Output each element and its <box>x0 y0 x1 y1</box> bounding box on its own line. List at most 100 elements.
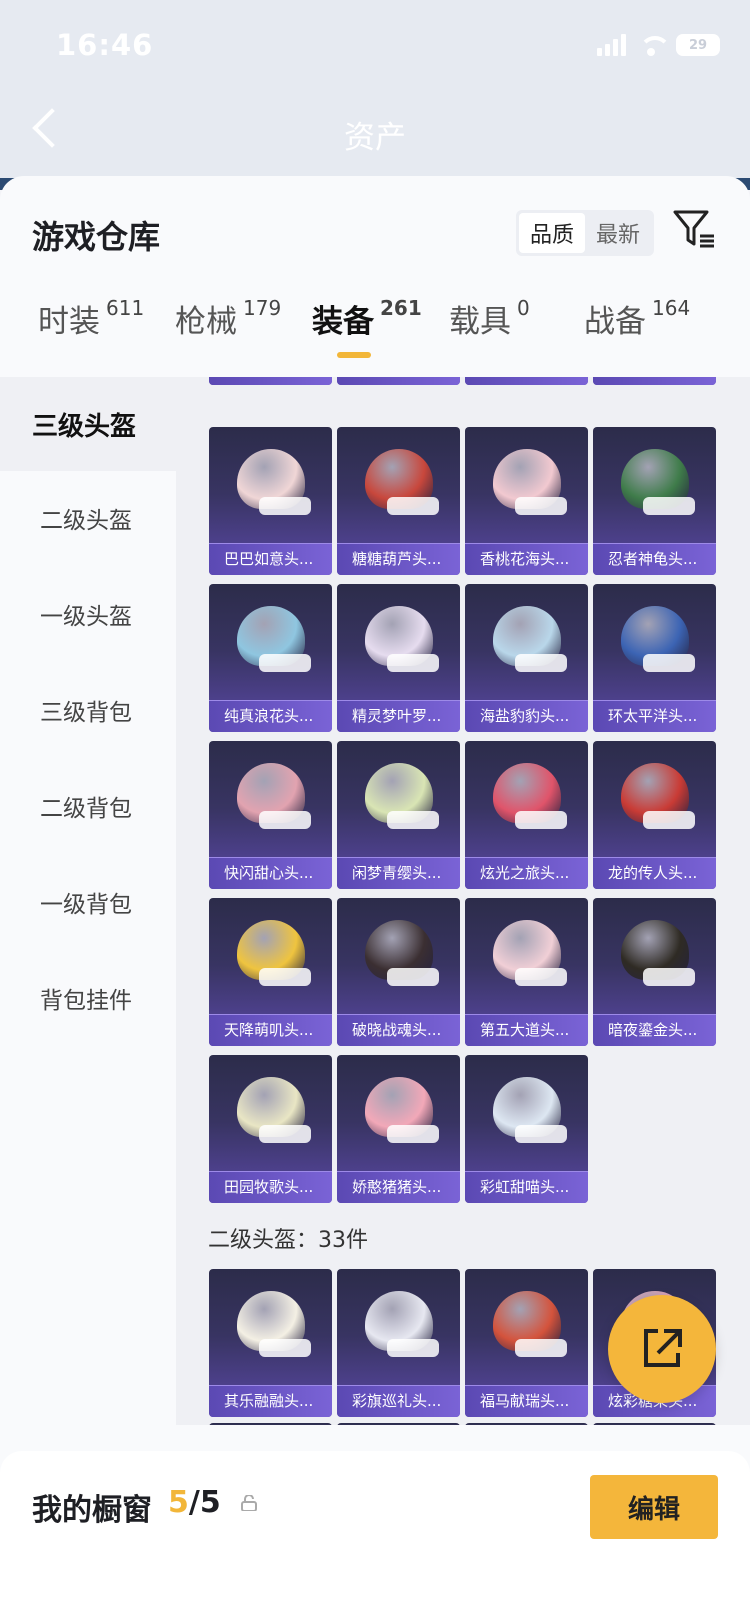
sidebar-item-lv3-backpack[interactable]: 三级背包 <box>0 663 176 757</box>
item-card[interactable]: 甜蜜菠萝头... <box>465 377 588 385</box>
sidebar-item-lv3-helmet[interactable]: 三级头盔 <box>0 377 176 471</box>
helmet-image <box>365 606 439 672</box>
item-name: 绯穹魔姬头... <box>337 377 460 385</box>
tab-guns[interactable]: 枪械 179 <box>175 296 281 376</box>
item-card-partial[interactable] <box>209 1423 332 1425</box>
sidebar-item-lv2-backpack[interactable]: 二级背包 <box>0 759 176 853</box>
item-card[interactable]: 纯真浪花头... <box>209 584 332 732</box>
helmet-image <box>237 1077 311 1143</box>
filter-icon[interactable] <box>672 206 718 252</box>
helmet-image <box>621 920 695 986</box>
showcase-bar: 我的橱窗 5/5 编辑 <box>0 1451 750 1624</box>
helmet-image <box>237 920 311 986</box>
nav-bar: 资产 <box>0 96 750 166</box>
tab-label: 战备 <box>584 304 646 340</box>
item-name: 炫光之旅头... <box>465 857 588 889</box>
item-name: 甜蜜菠萝头... <box>465 377 588 385</box>
visor-image <box>259 654 311 672</box>
sort-option-newest[interactable]: 最新 <box>585 213 651 253</box>
item-card[interactable]: 福马献瑞头... <box>465 1269 588 1417</box>
item-name: 糖糖葫芦头... <box>337 543 460 575</box>
subcategory-sidebar: 三级头盔 二级头盔 一级头盔 三级背包 二级背包 一级背包 背包挂件 <box>0 377 176 1424</box>
helmet-image <box>493 449 567 515</box>
item-card[interactable]: 环太平洋头... <box>593 584 716 732</box>
item-card[interactable]: 薄荷星砂头... <box>209 377 332 385</box>
item-card[interactable]: 暗夜鎏金头... <box>593 898 716 1046</box>
visor-image <box>387 654 439 672</box>
visor-image <box>387 811 439 829</box>
item-card[interactable]: 快闪甜心头... <box>209 741 332 889</box>
item-card[interactable]: 香桃花海头... <box>465 427 588 575</box>
item-card[interactable]: 闲梦青缨头... <box>337 741 460 889</box>
item-name: 玉兔迎春头... <box>593 377 716 385</box>
visor-image <box>515 811 567 829</box>
item-card[interactable]: 糖糖葫芦头... <box>337 427 460 575</box>
item-card[interactable]: 第五大道头... <box>465 898 588 1046</box>
helmet-image <box>365 763 439 829</box>
category-tabs: 时装 611 枪械 179 装备 261 载具 0 战备 164 <box>0 296 750 376</box>
tab-fashion[interactable]: 时装 611 <box>38 296 144 376</box>
item-card[interactable]: 玉兔迎春头... <box>593 377 716 385</box>
item-card[interactable]: 精灵梦叶罗... <box>337 584 460 732</box>
sidebar-item-lv2-helmet[interactable]: 二级头盔 <box>0 471 176 565</box>
showcase-count: 5/5 <box>168 1485 221 1520</box>
status-bar: 16:46 29 <box>0 22 750 72</box>
share-button[interactable] <box>608 1295 716 1403</box>
visor-image <box>259 497 311 515</box>
tab-count: 611 <box>106 296 145 320</box>
item-card[interactable]: 巴巴如意头... <box>209 427 332 575</box>
visor-image <box>643 654 695 672</box>
helmet-image <box>621 763 695 829</box>
item-card[interactable]: 龙的传人头... <box>593 741 716 889</box>
tab-vehicles[interactable]: 载具 0 <box>449 296 530 376</box>
item-card-partial[interactable] <box>593 1423 716 1425</box>
item-name: 彩虹甜喵头... <box>465 1171 588 1203</box>
item-card-partial[interactable] <box>465 1423 588 1425</box>
item-card[interactable]: 海盐豹豹头... <box>465 584 588 732</box>
item-grid: 薄荷星砂头... 绯穹魔姬头... 甜蜜菠萝头... 玉兔迎春头... 巴巴如意头...… <box>176 377 750 1425</box>
warehouse-title: 游戏仓库 <box>32 218 161 256</box>
item-name: 环太平洋头... <box>593 700 716 732</box>
helmet-image <box>365 1077 439 1143</box>
tab-count: 0 <box>517 296 530 320</box>
item-card[interactable]: 天降萌叽头... <box>209 898 332 1046</box>
helmet-image <box>493 1077 567 1143</box>
helmet-image <box>621 449 695 515</box>
item-name: 第五大道头... <box>465 1014 588 1046</box>
item-card[interactable]: 忍者神龟头... <box>593 427 716 575</box>
helmet-image <box>493 606 567 672</box>
item-name: 薄荷星砂头... <box>209 377 332 385</box>
helmet-image <box>237 763 311 829</box>
helmet-image <box>237 1291 311 1357</box>
item-card[interactable]: 绯穹魔姬头... <box>337 377 460 385</box>
visor-image <box>387 497 439 515</box>
item-name: 闲梦青缨头... <box>337 857 460 889</box>
item-name: 破晓战魂头... <box>337 1014 460 1046</box>
status-icons: 29 <box>597 34 720 56</box>
showcase-label: 我的橱窗 <box>32 1493 152 1528</box>
battery-icon: 29 <box>676 34 720 56</box>
tab-gear[interactable]: 战备 164 <box>584 296 690 376</box>
sidebar-item-lv1-helmet[interactable]: 一级头盔 <box>0 567 176 661</box>
visor-image <box>259 811 311 829</box>
item-card[interactable]: 彩虹甜喵头... <box>465 1055 588 1203</box>
helmet-image <box>237 606 311 672</box>
item-card[interactable]: 彩旗巡礼头... <box>337 1269 460 1417</box>
edit-button[interactable]: 编辑 <box>590 1475 718 1539</box>
tab-equipment[interactable]: 装备 261 <box>312 296 422 376</box>
visor-image <box>515 497 567 515</box>
sidebar-item-backpack-charm[interactable]: 背包挂件 <box>0 951 176 1045</box>
item-name: 快闪甜心头... <box>209 857 332 889</box>
item-card-partial[interactable] <box>337 1423 460 1425</box>
item-card[interactable]: 炫光之旅头... <box>465 741 588 889</box>
visor-image <box>259 1339 311 1357</box>
tab-label: 载具 <box>449 304 511 340</box>
item-card[interactable]: 田园牧歌头... <box>209 1055 332 1203</box>
item-card[interactable]: 其乐融融头... <box>209 1269 332 1417</box>
helmet-image <box>237 449 311 515</box>
lock-icon <box>241 1495 257 1511</box>
sidebar-item-lv1-backpack[interactable]: 一级背包 <box>0 855 176 949</box>
item-card[interactable]: 娇憨猪猪头... <box>337 1055 460 1203</box>
sort-option-quality[interactable]: 品质 <box>519 213 585 253</box>
item-card[interactable]: 破晓战魂头... <box>337 898 460 1046</box>
